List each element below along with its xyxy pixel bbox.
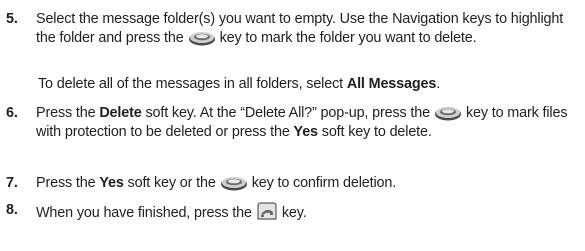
step-text: Select the message folder(s) you want to…: [36, 11, 564, 47]
step-5: 5. Select the message folder(s) you want…: [6, 10, 581, 49]
yes-softkey-label: Yes: [293, 124, 319, 141]
note-text: To delete all of the messages in all fol…: [38, 76, 441, 92]
step-8: 8. When you have finished, press the key.: [6, 201, 581, 223]
ok-key-icon: [434, 105, 462, 121]
step-number: 5.: [6, 11, 18, 27]
delete-softkey-label: Delete: [99, 105, 142, 121]
step-7: 7. Press the Yes soft key or the key to c…: [6, 174, 581, 193]
step-text: Press the Yes soft key or the key to conf…: [36, 175, 397, 191]
end-key-icon: [256, 201, 278, 221]
yes-softkey-label: Yes: [99, 175, 124, 191]
all-messages-label: All Messages: [346, 76, 437, 92]
step-number: 8.: [6, 202, 18, 218]
ok-key-icon: [188, 30, 216, 46]
step-text: When you have finished, press the key.: [36, 201, 581, 223]
step-number: 7.: [6, 175, 18, 191]
manual-page: 5. Select the message folder(s) you want…: [0, 0, 585, 251]
ok-key-icon: [220, 175, 248, 191]
step-text: Press the Delete soft key. At the “Delet…: [36, 105, 568, 141]
step-6: 6. Press the Delete soft key. At the “De…: [6, 104, 581, 143]
step-number: 6.: [6, 105, 18, 121]
